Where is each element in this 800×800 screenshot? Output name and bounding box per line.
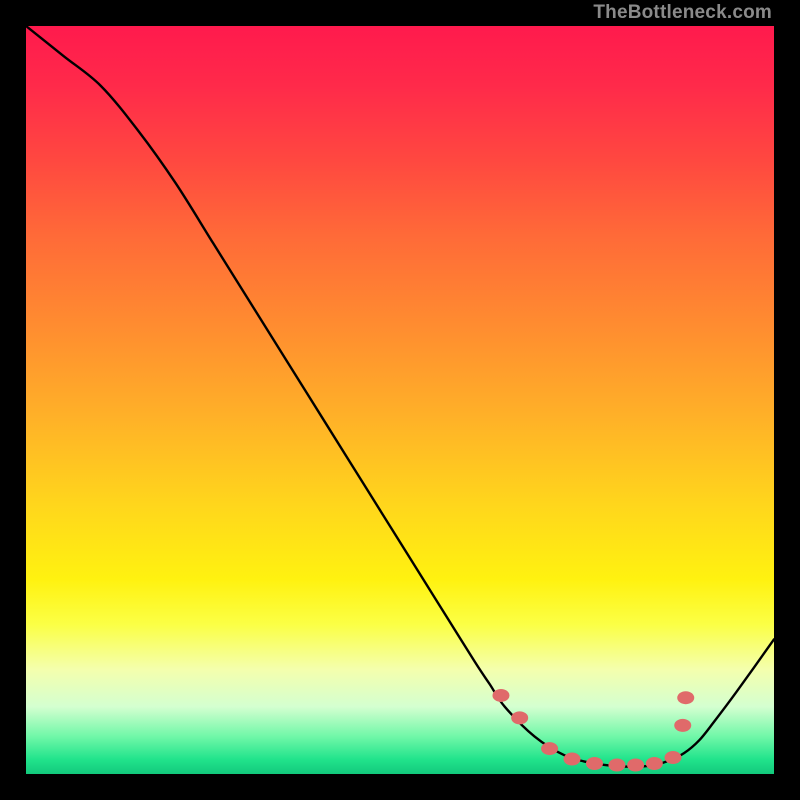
highlight-dot	[511, 711, 528, 724]
highlight-dot	[674, 719, 691, 732]
watermark-text: TheBottleneck.com	[593, 2, 772, 24]
bottleneck-curve	[26, 26, 774, 767]
highlight-dot	[492, 689, 509, 702]
highlight-dot	[665, 751, 682, 764]
highlight-dot	[646, 757, 663, 770]
highlight-dot	[541, 742, 558, 755]
plot-area	[26, 26, 774, 774]
highlight-dot	[564, 753, 581, 766]
highlight-dot	[627, 759, 644, 772]
highlight-dot	[677, 691, 694, 704]
chart-svg	[26, 26, 774, 774]
highlight-dot	[586, 757, 603, 770]
highlight-dot	[608, 759, 625, 772]
chart-frame: TheBottleneck.com	[0, 0, 800, 800]
highlight-dots	[492, 689, 694, 772]
